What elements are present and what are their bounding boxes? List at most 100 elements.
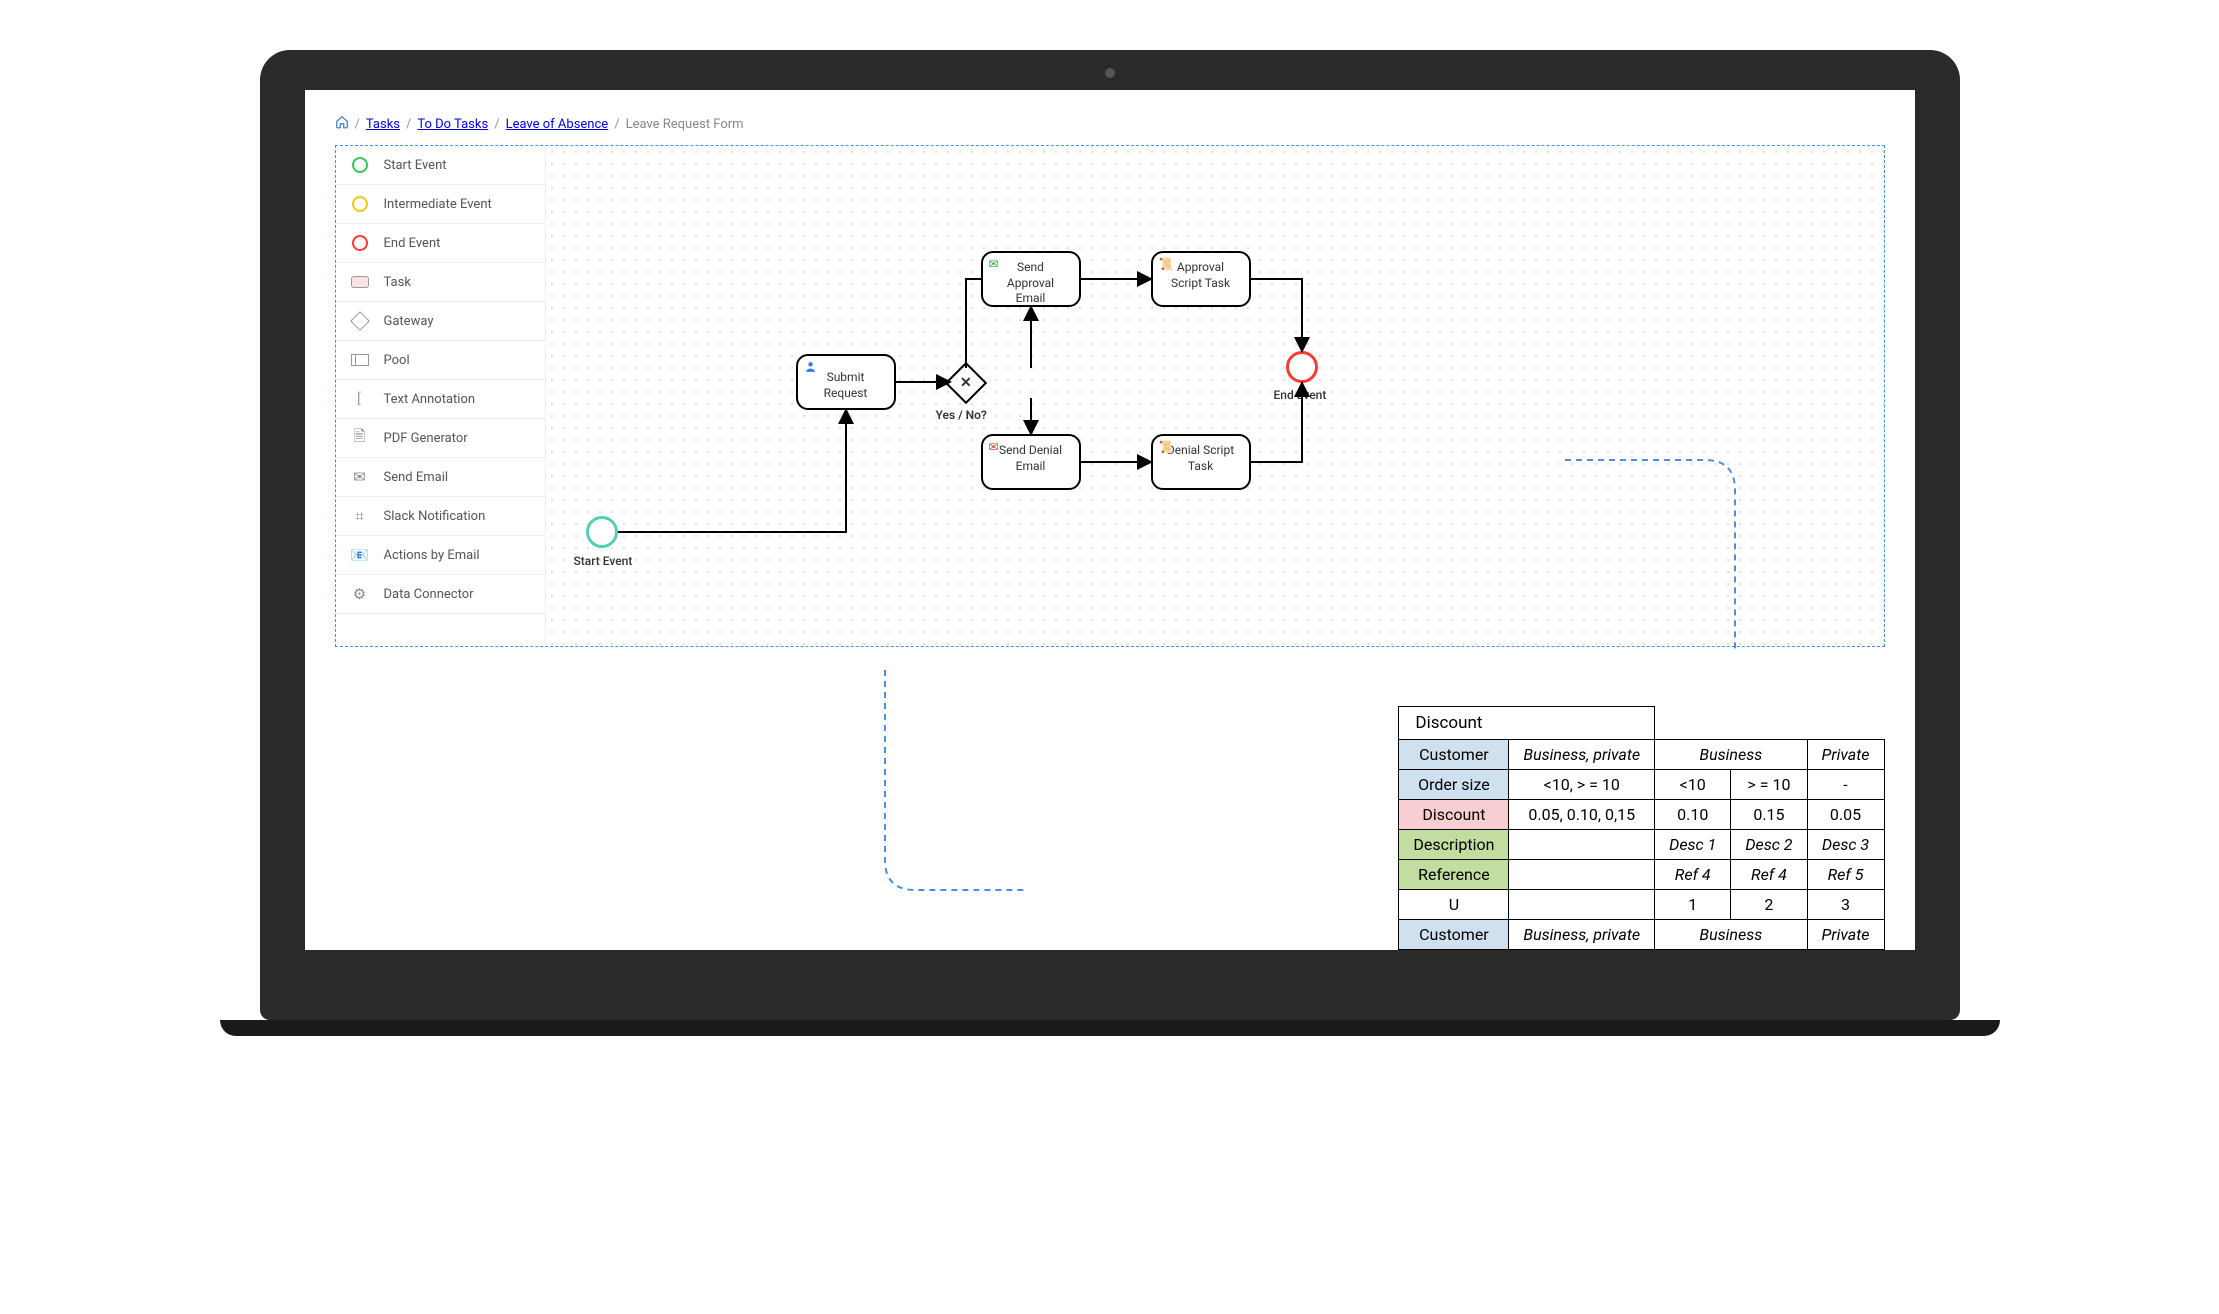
- discount-cell: 0.05: [1807, 800, 1884, 830]
- start-event-icon: [350, 155, 370, 175]
- breadcrumb-sep: /: [355, 117, 360, 132]
- palette-item-label: Task: [384, 275, 411, 290]
- discount-cell: Desc 2: [1731, 830, 1807, 860]
- laptop-frame: / Tasks / To Do Tasks / Leave of Absence…: [260, 50, 1960, 1036]
- actions-by-email-icon: 📧: [350, 545, 370, 565]
- submit-request-label: Submit Request: [808, 370, 884, 401]
- send-denial-email-label: Send Denial Email: [993, 443, 1069, 474]
- discount-table: DiscountCustomerBusiness, privateBusines…: [1398, 706, 1884, 950]
- send-approval-email-label: Send Approval Email: [993, 260, 1069, 307]
- discount-cell: [1509, 890, 1655, 920]
- palette-item-slack-notification[interactable]: ⌗Slack Notification: [336, 497, 545, 536]
- discount-cell: 0.05, 0.10, 0,15: [1509, 800, 1655, 830]
- denial-script-task-label: Denial Script Task: [1163, 443, 1239, 474]
- discount-row-label: U: [1399, 890, 1509, 920]
- discount-cell: <10: [1655, 770, 1731, 800]
- mail-icon: ✉: [989, 440, 999, 456]
- breadcrumb-sep: /: [406, 117, 411, 132]
- end-event-node[interactable]: [1286, 351, 1318, 383]
- discount-row-label: Reference: [1399, 860, 1509, 890]
- start-event-label: Start Event: [574, 554, 633, 568]
- discount-row-label: Customer: [1399, 920, 1509, 950]
- discount-cell: 0.15: [1731, 800, 1807, 830]
- discount-cell: Private: [1807, 920, 1884, 950]
- script-icon: 📜: [1159, 440, 1174, 456]
- palette-item-pool[interactable]: Pool: [336, 341, 545, 380]
- discount-cell: [1509, 860, 1655, 890]
- palette-item-label: Pool: [384, 353, 410, 368]
- discount-cell: <10, > = 10: [1509, 770, 1655, 800]
- end-event-icon: [350, 233, 370, 253]
- breadcrumb-sep: /: [494, 117, 499, 132]
- element-palette: Start Event Intermediate Event End Event Ta…: [336, 146, 546, 646]
- approval-script-task-node[interactable]: 📜 Approval Script Task: [1151, 251, 1251, 307]
- palette-item-end-event[interactable]: End Event: [336, 224, 545, 263]
- palette-item-label: Text Annotation: [384, 392, 476, 407]
- discount-cell: Private: [1807, 740, 1884, 770]
- breadcrumb-link-leave[interactable]: Leave of Absence: [506, 117, 609, 132]
- gateway-icon: [350, 311, 370, 331]
- discount-cell: [1509, 830, 1655, 860]
- palette-item-label: Gateway: [384, 314, 434, 329]
- discount-cell: 2: [1731, 890, 1807, 920]
- palette-item-start-event[interactable]: Start Event: [336, 146, 545, 185]
- discount-row-label: Description: [1399, 830, 1509, 860]
- palette-item-text-annotation[interactable]: [ Text Annotation: [336, 380, 545, 419]
- send-email-icon: ✉: [350, 467, 370, 487]
- palette-item-data-connector[interactable]: ⚙Data Connector: [336, 575, 545, 614]
- discount-table-title: Discount: [1399, 707, 1655, 740]
- gateway-label: Yes / No?: [936, 408, 987, 422]
- home-icon[interactable]: [335, 115, 349, 133]
- discount-cell: -: [1807, 770, 1884, 800]
- breadcrumb-link-todo[interactable]: To Do Tasks: [417, 117, 488, 132]
- discount-row-label: Discount: [1399, 800, 1509, 830]
- palette-item-label: Slack Notification: [384, 509, 486, 524]
- start-event-node[interactable]: [586, 516, 618, 548]
- palette-item-label: Data Connector: [384, 587, 474, 602]
- palette-item-task[interactable]: Task: [336, 263, 545, 302]
- end-event-label: End Event: [1274, 388, 1327, 402]
- pool-icon: [350, 350, 370, 370]
- palette-item-label: End Event: [384, 236, 441, 251]
- text-annotation-icon: [: [350, 389, 370, 409]
- discount-cell: Business: [1655, 740, 1807, 770]
- discount-cell: 3: [1807, 890, 1884, 920]
- laptop-screen: / Tasks / To Do Tasks / Leave of Absence…: [305, 90, 1915, 950]
- diagram-canvas[interactable]: Start Event Submit Request ✕ Yes: [546, 146, 1884, 646]
- palette-item-label: Intermediate Event: [384, 197, 492, 212]
- send-denial-email-node[interactable]: ✉ Send Denial Email: [981, 434, 1081, 490]
- palette-item-actions-by-email[interactable]: 📧 Actions by Email: [336, 536, 545, 575]
- breadcrumb: / Tasks / To Do Tasks / Leave of Absence…: [335, 115, 1885, 133]
- palette-item-label: Actions by Email: [384, 548, 480, 563]
- workspace: Start Event Intermediate Event End Event Ta…: [335, 145, 1885, 647]
- breadcrumb-link-tasks[interactable]: Tasks: [366, 117, 400, 132]
- script-icon: 📜: [1159, 257, 1174, 273]
- palette-item-send-email[interactable]: ✉Send Email: [336, 458, 545, 497]
- send-approval-email-node[interactable]: ✉ Send Approval Email: [981, 251, 1081, 307]
- approval-script-task-label: Approval Script Task: [1163, 260, 1239, 291]
- palette-item-pdf-generator[interactable]: 🖹PDF Generator: [336, 419, 545, 458]
- gateway-node[interactable]: ✕: [944, 362, 986, 404]
- laptop-camera: [1105, 68, 1115, 78]
- submit-request-node[interactable]: Submit Request: [796, 354, 896, 410]
- discount-row-label: Customer: [1399, 740, 1509, 770]
- discount-cell: Ref 4: [1731, 860, 1807, 890]
- palette-item-intermediate-event[interactable]: Intermediate Event: [336, 185, 545, 224]
- denial-script-task-node[interactable]: 📜 Denial Script Task: [1151, 434, 1251, 490]
- laptop-foot: [220, 1020, 2000, 1036]
- discount-cell: Desc 1: [1655, 830, 1731, 860]
- gateway-x-icon: ✕: [960, 375, 972, 391]
- user-icon: [804, 360, 817, 378]
- discount-cell: 0.10: [1655, 800, 1731, 830]
- discount-cell: Ref 5: [1807, 860, 1884, 890]
- discount-row-label: Order size: [1399, 770, 1509, 800]
- discount-table-panel: DiscountCustomerBusiness, privateBusines…: [1398, 706, 1884, 950]
- task-icon: [350, 272, 370, 292]
- discount-cell: Business: [1655, 920, 1807, 950]
- app-container: / Tasks / To Do Tasks / Leave of Absence…: [305, 90, 1915, 672]
- palette-item-label: Start Event: [384, 158, 447, 173]
- palette-item-gateway[interactable]: Gateway: [336, 302, 545, 341]
- breadcrumb-current: Leave Request Form: [626, 117, 744, 132]
- breadcrumb-sep: /: [614, 117, 619, 132]
- discount-cell: > = 10: [1731, 770, 1807, 800]
